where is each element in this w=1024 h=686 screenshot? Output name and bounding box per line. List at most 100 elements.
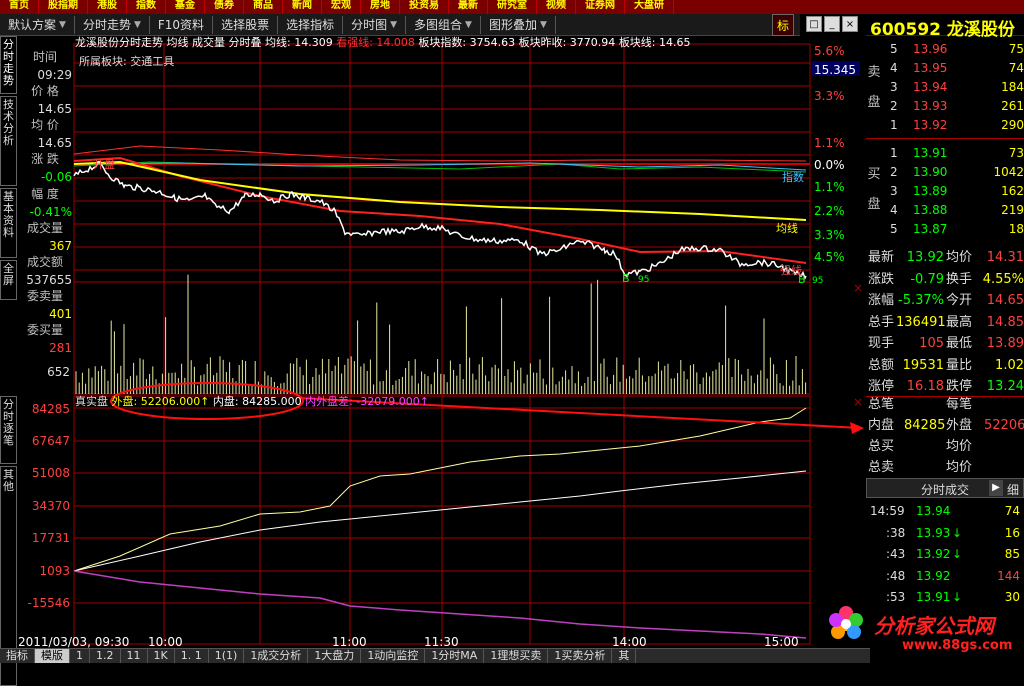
avg-line-toggle[interactable]: 均线	[167, 36, 189, 49]
buy-vol-label: 委买量	[26, 323, 63, 337]
time-axis-label: 15:00	[764, 635, 799, 648]
orderbook-sell-row[interactable]: 2 13.93 261	[866, 97, 1024, 115]
bottom-tab[interactable]: 指标	[0, 649, 35, 663]
sector-label: 所属板块: 交通工具	[79, 55, 175, 68]
toolbar-button[interactable]: 选择股票	[213, 15, 279, 34]
orderbook-buy-row[interactable]: 2 13.90 1042	[866, 163, 1024, 181]
change-label: 涨 跌	[31, 152, 59, 166]
price-label: 价 格	[31, 84, 59, 98]
bottom-tab[interactable]: 模版	[35, 649, 70, 663]
orderbook-buy-row[interactable]: 1 13.91 73	[866, 144, 1024, 162]
trade-row[interactable]: :38 13.93 ↓ 16	[866, 522, 1024, 544]
top-nav-item[interactable]: 房地	[361, 0, 400, 14]
chevron-down-icon: ▼	[133, 19, 141, 30]
bottom-tab[interactable]: 1K	[148, 649, 175, 663]
volume: 1042	[993, 165, 1024, 179]
orderbook-buy-row[interactable]: 3 13.89 162	[866, 182, 1024, 200]
close-icon[interactable]: ×	[853, 395, 863, 409]
toolbar-button[interactable]: F10资料	[150, 15, 214, 34]
top-nav-item[interactable]: 指数	[127, 0, 166, 14]
chart-area[interactable]: 开盘均线强线指数B 95 B 955.6%15.3453.3%1.1%0.0%1.1%…	[0, 36, 864, 648]
bottom-tab[interactable]: 1	[70, 649, 90, 663]
toolbar-button[interactable]: 默认方案 ▼	[0, 15, 75, 34]
orderbook-sell-row[interactable]: 4 13.95 74	[866, 59, 1024, 77]
trade-row[interactable]: 14:59 13.94 74	[866, 500, 1024, 522]
volume: 261	[1001, 99, 1024, 113]
bottom-tab[interactable]: 1成交分析	[244, 649, 309, 663]
price: 13.87	[913, 222, 948, 236]
top-nav-item[interactable]: 债券	[205, 0, 244, 14]
bottom-tab[interactable]: 1.2	[90, 649, 121, 663]
bottom-tab[interactable]: 1理想买卖	[484, 649, 549, 663]
toolbar-button-label: 默认方案	[8, 17, 57, 32]
top-nav-item[interactable]: 最新	[449, 0, 488, 14]
level: 1	[890, 146, 898, 160]
bottom-tab[interactable]: 其	[612, 649, 637, 663]
close-icon[interactable]: ×	[853, 281, 863, 295]
bottom-tab[interactable]: 11	[121, 649, 148, 663]
stat-label: 均价	[946, 250, 973, 265]
orderbook-buy-row[interactable]: 4 13.88 219	[866, 201, 1024, 219]
bottom-tab[interactable]: 1动向监控	[361, 649, 426, 663]
top-nav-item[interactable]: 基金	[166, 0, 205, 14]
time-axis-label: 2011/03/03, 09:30	[18, 635, 129, 648]
outer-volume-line	[73, 470, 807, 572]
close-icon[interactable]: ×	[842, 16, 858, 32]
top-nav-item[interactable]: 投资易	[400, 0, 449, 14]
minimize-icon[interactable]: _	[824, 16, 840, 32]
sector-line-value: 板块线: 14.65	[618, 36, 691, 49]
stat-label: 总卖	[868, 460, 895, 475]
toolbar-button[interactable]: 选择指标	[278, 15, 344, 34]
volume-toggle[interactable]: 成交量	[192, 36, 225, 49]
volume: 162	[1001, 184, 1024, 198]
top-nav-item[interactable]: 大盘研	[625, 0, 674, 14]
toolbar-button[interactable]: 分时图 ▼	[343, 15, 407, 34]
orderbook-sell-row[interactable]: 1 13.92 290	[866, 116, 1024, 134]
orderbook-sell-row[interactable]: 3 13.94 184	[866, 78, 1024, 96]
top-nav-item[interactable]: 股指期	[39, 0, 88, 14]
level: 2	[890, 99, 898, 113]
trade-row[interactable]: :43 13.92 ↓ 85	[866, 543, 1024, 565]
sector-index-value: 板块指数: 3754.63	[418, 36, 516, 49]
restore-icon[interactable]: □	[806, 16, 822, 32]
mark-button[interactable]: 标	[772, 14, 794, 36]
bottom-tab[interactable]: 1(1)	[209, 649, 245, 663]
bottom-tab[interactable]: 1分时MA	[425, 649, 485, 663]
top-nav-item[interactable]: 商品	[244, 0, 283, 14]
level: 3	[890, 184, 898, 198]
toolbar-button[interactable]: 分时走势 ▼	[75, 15, 150, 34]
toolbar-button[interactable]: 多图组合 ▼	[406, 15, 481, 34]
top-nav-item[interactable]: 首页	[0, 0, 39, 14]
trade-row[interactable]: :48 13.92 144	[866, 565, 1024, 587]
top-nav-item[interactable]: 视频	[537, 0, 576, 14]
right-axis-label: 2.2%	[814, 204, 845, 218]
right-axis-label: 1.1%	[814, 180, 845, 194]
toolbar-button-label: 分时图	[351, 17, 388, 32]
stat-value: 13.24	[986, 379, 1024, 394]
orderbook-buy-row[interactable]: 5 13.87 18	[866, 220, 1024, 238]
down-arrow-icon: ↓	[952, 547, 963, 561]
price: 13.88	[913, 203, 948, 217]
toolbar-button[interactable]: 图形叠加 ▼	[481, 15, 556, 34]
overlay-toggle[interactable]: 分时叠	[229, 36, 262, 49]
change-value: -0.06	[40, 170, 72, 184]
top-nav-item[interactable]: 宏观	[322, 0, 361, 14]
toolbar-button-label: 图形叠加	[488, 17, 537, 32]
time-axis-label: 11:00	[332, 635, 367, 648]
top-nav-item[interactable]: 新闻	[283, 0, 322, 14]
detail-button[interactable]: 细	[1007, 481, 1019, 498]
sell-vol-label: 委卖量	[26, 289, 63, 303]
watermark-title: 分析家公式网	[874, 614, 994, 638]
top-nav-item[interactable]: 研究室	[488, 0, 537, 14]
bottom-tab[interactable]: 1. 1	[175, 649, 209, 663]
top-nav-item[interactable]: 证券网	[576, 0, 625, 14]
top-nav-item[interactable]: 港股	[88, 0, 127, 14]
sub-prefix: 真实盘	[75, 395, 108, 408]
bottom-tab[interactable]: 1大盘力	[308, 649, 362, 663]
trade-volume: 85	[1004, 547, 1020, 561]
orderbook-sell-row[interactable]: 5 13.96 75	[866, 40, 1024, 58]
trades-title[interactable]: 分时成交	[921, 481, 969, 498]
play-icon[interactable]: ▶	[989, 480, 1003, 496]
bottom-tab[interactable]: 1买卖分析	[548, 649, 613, 663]
stat-value: 136491	[896, 314, 946, 330]
